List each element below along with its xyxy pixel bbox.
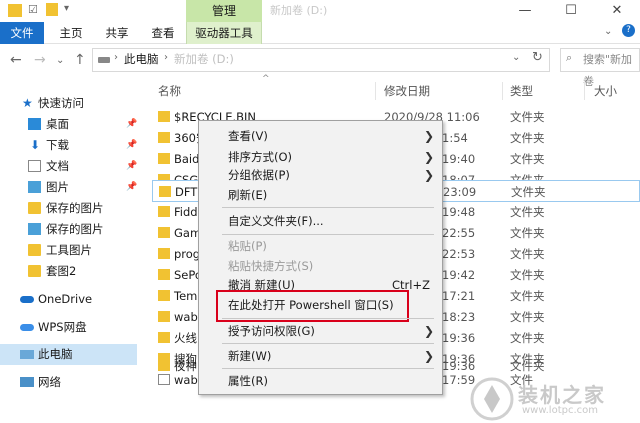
address-dropdown-icon[interactable]: ⌄ bbox=[512, 52, 520, 63]
help-icon[interactable]: ? bbox=[622, 24, 635, 37]
ribbon-tab-bar bbox=[0, 22, 640, 44]
folder-icon bbox=[28, 202, 41, 214]
folder-icon bbox=[158, 111, 170, 122]
folder-icon bbox=[158, 269, 170, 280]
tab-view[interactable]: 查看 bbox=[144, 22, 182, 44]
tab-file[interactable]: 文件 bbox=[0, 22, 44, 44]
watermark: 装机之家 www.lotpc.com bbox=[470, 375, 640, 423]
folder-icon bbox=[158, 311, 170, 322]
menu-separator bbox=[222, 368, 434, 369]
sidebar-item-this-pc[interactable]: 此电脑 bbox=[0, 344, 137, 365]
desktop-icon bbox=[28, 118, 41, 130]
menu-item-refresh[interactable]: 刷新(E) bbox=[228, 184, 267, 206]
window-title: 新加卷 (D:) bbox=[270, 4, 328, 17]
breadcrumb-drive[interactable]: 新加卷 (D:) bbox=[174, 51, 234, 67]
folder-icon bbox=[158, 206, 170, 217]
refresh-icon[interactable]: ↻ bbox=[532, 50, 543, 65]
sidebar-item-network[interactable]: 网络 bbox=[0, 372, 140, 393]
address-bar[interactable] bbox=[92, 48, 550, 72]
sidebar-item-saved-pictures[interactable]: 保存的图片 bbox=[0, 198, 140, 219]
sidebar-item-pictures[interactable]: 图片 📌 bbox=[0, 177, 140, 198]
menu-item-grant-access[interactable]: 授予访问权限(G) bbox=[228, 320, 315, 342]
sidebar-item-downloads[interactable]: ⬇ 下载 📌 bbox=[0, 135, 140, 156]
cloud-icon bbox=[20, 324, 34, 331]
submenu-arrow-icon: ❯ bbox=[424, 324, 435, 338]
menu-separator bbox=[222, 343, 434, 344]
tab-drive-tools[interactable]: 驱动器工具 bbox=[186, 22, 262, 44]
column-header-size[interactable]: 大小 bbox=[594, 80, 617, 102]
menu-item-new[interactable]: 新建(W) bbox=[228, 345, 271, 367]
breadcrumb-separator-icon: › bbox=[114, 52, 118, 63]
submenu-arrow-icon: ❯ bbox=[424, 168, 435, 182]
recent-locations-icon[interactable]: ⌄ bbox=[56, 55, 64, 66]
close-button[interactable]: ✕ bbox=[594, 0, 640, 22]
sidebar-item-tool-pictures[interactable]: 工具图片 bbox=[0, 240, 140, 261]
submenu-arrow-icon: ❯ bbox=[424, 129, 435, 143]
minimize-button[interactable]: — bbox=[502, 0, 548, 22]
sort-up-icon: ^ bbox=[262, 74, 270, 84]
manage-tab[interactable]: 管理 bbox=[186, 0, 262, 22]
ribbon-expand-icon[interactable]: ⌄ bbox=[604, 26, 612, 37]
breadcrumb-separator-icon: › bbox=[164, 52, 168, 63]
menu-item-paste[interactable]: 粘贴(P) bbox=[228, 235, 267, 257]
quick-access-check-icon[interactable]: ☑ bbox=[28, 3, 38, 16]
watermark-text: 装机之家 bbox=[518, 383, 606, 407]
watermark-url: www.lotpc.com bbox=[522, 405, 598, 416]
submenu-arrow-icon: ❯ bbox=[424, 349, 435, 363]
sidebar-item-set2[interactable]: 套图2 bbox=[0, 261, 140, 282]
sidebar-item-desktop[interactable]: 桌面 📌 bbox=[0, 114, 140, 135]
new-folder-icon[interactable] bbox=[46, 3, 58, 16]
sidebar-item-onedrive[interactable]: OneDrive bbox=[0, 289, 140, 310]
tab-home[interactable]: 主页 bbox=[52, 22, 90, 44]
menu-item-view[interactable]: 查看(V) bbox=[228, 125, 268, 147]
column-divider bbox=[584, 82, 585, 100]
column-header-type[interactable]: 类型 bbox=[510, 80, 533, 102]
document-icon bbox=[28, 160, 41, 172]
sidebar-item-quick-access[interactable]: ★ 快速访问 bbox=[0, 93, 140, 114]
menu-item-group[interactable]: 分组依据(P) bbox=[228, 164, 290, 186]
up-icon[interactable]: ↑ bbox=[74, 52, 86, 68]
menu-separator bbox=[222, 207, 434, 208]
breadcrumb-this-pc[interactable]: 此电脑 bbox=[124, 51, 159, 67]
folder-icon bbox=[158, 153, 170, 164]
drive-icon bbox=[98, 57, 110, 63]
computer-icon bbox=[20, 350, 34, 359]
column-divider bbox=[375, 82, 376, 100]
customize-toolbar-icon[interactable]: ▾ bbox=[64, 3, 69, 14]
tab-share[interactable]: 共享 bbox=[98, 22, 136, 44]
file-icon bbox=[158, 374, 170, 385]
forward-icon[interactable]: → bbox=[34, 52, 46, 68]
watermark-logo-icon bbox=[470, 377, 514, 421]
app-folder-icon bbox=[8, 4, 22, 17]
folder-icon bbox=[159, 186, 171, 197]
sidebar-item-wps[interactable]: WPS网盘 bbox=[0, 317, 140, 338]
back-icon[interactable]: ← bbox=[10, 52, 22, 68]
network-icon bbox=[20, 377, 34, 387]
pictures-icon bbox=[28, 223, 41, 235]
maximize-button[interactable]: ☐ bbox=[548, 0, 594, 22]
menu-separator bbox=[222, 318, 434, 319]
cloud-icon bbox=[20, 296, 34, 303]
menu-item-properties[interactable]: 属性(R) bbox=[228, 370, 268, 392]
folder-icon bbox=[158, 290, 170, 301]
menu-item-customize-folder[interactable]: 自定义文件夹(F)... bbox=[228, 210, 324, 232]
column-divider bbox=[502, 82, 503, 100]
sidebar-item-saved-pictures-2[interactable]: 保存的图片 bbox=[0, 219, 140, 240]
sidebar-item-documents[interactable]: 文档 📌 bbox=[0, 156, 140, 177]
folder-icon bbox=[28, 265, 41, 277]
folder-icon bbox=[158, 248, 170, 259]
column-header-date[interactable]: 修改日期 bbox=[384, 80, 430, 102]
folder-icon bbox=[158, 227, 170, 238]
search-icon: ⌕ bbox=[566, 51, 573, 64]
folder-icon bbox=[28, 244, 41, 256]
pictures-icon bbox=[28, 181, 41, 193]
column-header-name[interactable]: 名称 bbox=[158, 80, 181, 102]
folder-icon bbox=[158, 132, 170, 143]
folder-icon bbox=[158, 332, 170, 343]
